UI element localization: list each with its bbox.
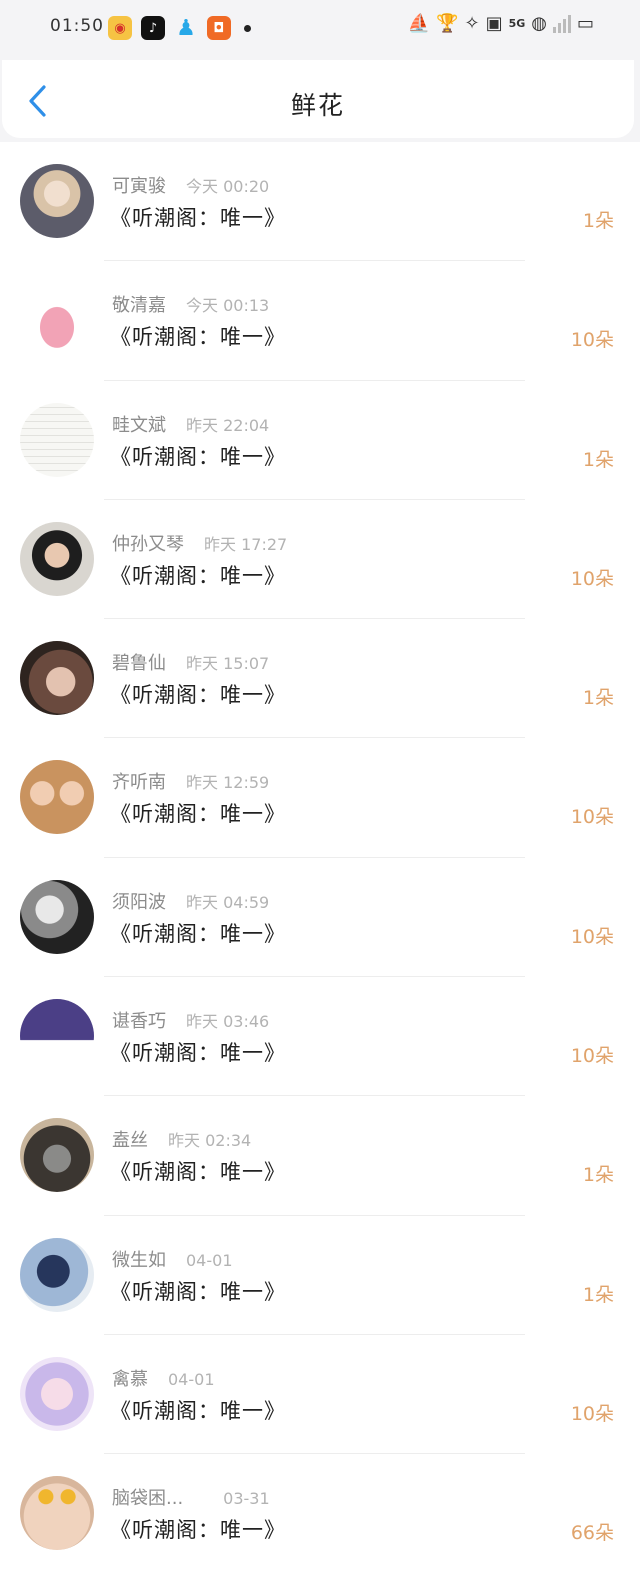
avatar[interactable] xyxy=(20,402,94,477)
avatar[interactable] xyxy=(20,1356,94,1431)
flower-list: 可寅骏 今天 00:20 《听潮阁：唯一》 1朵 敬清嘉 今天 00:13 《听潮阁… xyxy=(0,142,640,1579)
list-item[interactable]: 谌香巧 昨天 03:46 《听潮阁：唯一》 10朵 xyxy=(0,977,640,1097)
flower-count: 10朵 xyxy=(570,329,614,352)
flower-count: 1朵 xyxy=(582,1283,614,1306)
sender-name: 脑袋困... xyxy=(112,1488,184,1510)
list-item[interactable]: 脑袋困... 03-31 《听潮阁：唯一》 66朵 xyxy=(0,1454,640,1573)
flower-count: 1朵 xyxy=(582,448,614,471)
list-item[interactable]: 仲孙又琴 昨天 17:27 《听潮阁：唯一》 10朵 xyxy=(0,500,640,620)
list-item[interactable]: 齐听南 昨天 12:59 《听潮阁：唯一》 10朵 xyxy=(0,738,640,858)
list-item[interactable]: 盍丝 昨天 02:34 《听潮阁：唯一》 1朵 xyxy=(0,1096,640,1216)
avatar[interactable] xyxy=(20,521,94,596)
flower-count: 10朵 xyxy=(570,1402,614,1425)
trophy-icon: 🏆 xyxy=(436,13,459,34)
avatar[interactable] xyxy=(20,760,94,835)
send-time: 昨天 15:07 xyxy=(186,654,270,674)
send-time: 今天 00:20 xyxy=(186,177,270,196)
boat-icon: ⛵ xyxy=(407,13,431,34)
weibo-icon: ◉ xyxy=(108,16,132,40)
work-title: 《听潮阁：唯一》 xyxy=(110,325,286,350)
avatar[interactable] xyxy=(20,164,94,238)
sender-name: 仲孙又琴 xyxy=(112,533,184,555)
status-bar: 01:50 ◉ ♪ ♟ ◘ ⛵ 🏆 ✧ ▣ 5G ◍ ▭ xyxy=(0,0,640,58)
flower-count: 1朵 xyxy=(582,1164,614,1187)
flower-count: 1朵 xyxy=(582,210,614,232)
work-title: 《听潮阁：唯一》 xyxy=(110,1160,286,1185)
avatar[interactable] xyxy=(20,1118,94,1193)
flower-count: 10朵 xyxy=(570,925,614,948)
send-time: 昨天 22:04 xyxy=(186,415,270,435)
work-title: 《听潮阁：唯一》 xyxy=(110,1041,286,1066)
sparkle-icon: ✧ xyxy=(464,13,480,34)
list-item[interactable]: 须阳波 昨天 04:59 《听潮阁：唯一》 10朵 xyxy=(0,858,640,978)
work-title: 《听潮阁：唯一》 xyxy=(110,921,286,946)
flower-count: 10朵 xyxy=(570,1045,614,1068)
page-title: 鲜花 xyxy=(290,91,345,120)
flower-count: 1朵 xyxy=(582,687,614,710)
work-title: 《听潮阁：唯一》 xyxy=(110,444,286,469)
sender-name: 谌香巧 xyxy=(112,1011,166,1033)
cube-icon: ▣ xyxy=(485,13,503,34)
signal-icon xyxy=(552,14,571,33)
sender-name: 须阳波 xyxy=(112,891,166,913)
send-time: 03-31 xyxy=(223,1489,270,1509)
sender-name: 齐听南 xyxy=(112,772,166,794)
work-title: 《听潮阁：唯一》 xyxy=(110,1518,286,1543)
flower-count: 10朵 xyxy=(570,806,614,829)
send-time: 04-01 xyxy=(186,1250,233,1270)
battery-icon: ▭ xyxy=(576,13,594,34)
sender-name: 碧鲁仙 xyxy=(112,653,166,675)
work-title: 《听潮阁：唯一》 xyxy=(110,206,286,230)
work-title: 《听潮阁：唯一》 xyxy=(110,563,286,588)
work-title: 《听潮阁：唯一》 xyxy=(110,1279,286,1304)
sender-name: 畦文斌 xyxy=(112,414,166,436)
avatar[interactable] xyxy=(20,283,94,358)
send-time: 昨天 17:27 xyxy=(204,534,288,554)
send-time: 今天 00:13 xyxy=(186,296,270,316)
sender-name: 微生如 xyxy=(112,1249,166,1271)
send-time: 昨天 03:46 xyxy=(186,1012,270,1032)
avatar[interactable] xyxy=(20,999,94,1074)
sender-name: 敬清嘉 xyxy=(112,295,166,317)
list-item[interactable]: 禽慕 04-01 《听潮阁：唯一》 10朵 xyxy=(0,1335,640,1455)
list-item[interactable]: 可寅骏 今天 00:20 《听潮阁：唯一》 1朵 xyxy=(0,142,640,262)
flower-count: 66朵 xyxy=(570,1522,614,1545)
network-type: 5G xyxy=(508,17,526,30)
send-time: 昨天 12:59 xyxy=(186,773,270,793)
notification-icons: ◉ ♪ ♟ ◘ xyxy=(108,15,251,41)
work-title: 《听潮阁：唯一》 xyxy=(110,802,286,827)
list-item[interactable]: 碧鲁仙 昨天 15:07 《听潮阁：唯一》 1朵 xyxy=(0,619,640,739)
sender-name: 可寅骏 xyxy=(112,176,166,197)
list-item[interactable]: 微生如 04-01 《听潮阁：唯一》 1朵 xyxy=(0,1216,640,1335)
list-item[interactable]: 敬清嘉 今天 00:13 《听潮阁：唯一》 10朵 xyxy=(0,261,640,381)
top-bar: 鲜花 xyxy=(2,60,634,138)
status-right: ⛵ 🏆 ✧ ▣ 5G ◍ ▭ xyxy=(408,13,594,34)
more-notifications-dot xyxy=(244,24,251,32)
sender-name: 禽慕 xyxy=(112,1368,148,1390)
avatar[interactable] xyxy=(20,641,94,716)
mango-icon: ◘ xyxy=(207,16,231,40)
avatar[interactable] xyxy=(20,879,94,954)
work-title: 《听潮阁：唯一》 xyxy=(110,1398,286,1423)
sender-name: 盍丝 xyxy=(112,1130,148,1152)
send-time: 04-01 xyxy=(168,1369,215,1389)
orange-slice-icon: ◍ xyxy=(531,13,547,34)
work-title: 《听潮阁：唯一》 xyxy=(110,683,286,708)
status-time: 01:50 xyxy=(50,16,104,36)
tiktok-icon: ♪ xyxy=(141,16,165,40)
avatar[interactable] xyxy=(20,1476,94,1551)
send-time: 昨天 04:59 xyxy=(186,892,270,912)
send-time: 昨天 02:34 xyxy=(168,1131,252,1151)
qq-icon: ♟ xyxy=(176,15,196,41)
avatar[interactable] xyxy=(20,1237,94,1312)
list-item[interactable]: 畦文斌 昨天 22:04 《听潮阁：唯一》 1朵 xyxy=(0,381,640,500)
flower-count: 10朵 xyxy=(570,567,614,590)
